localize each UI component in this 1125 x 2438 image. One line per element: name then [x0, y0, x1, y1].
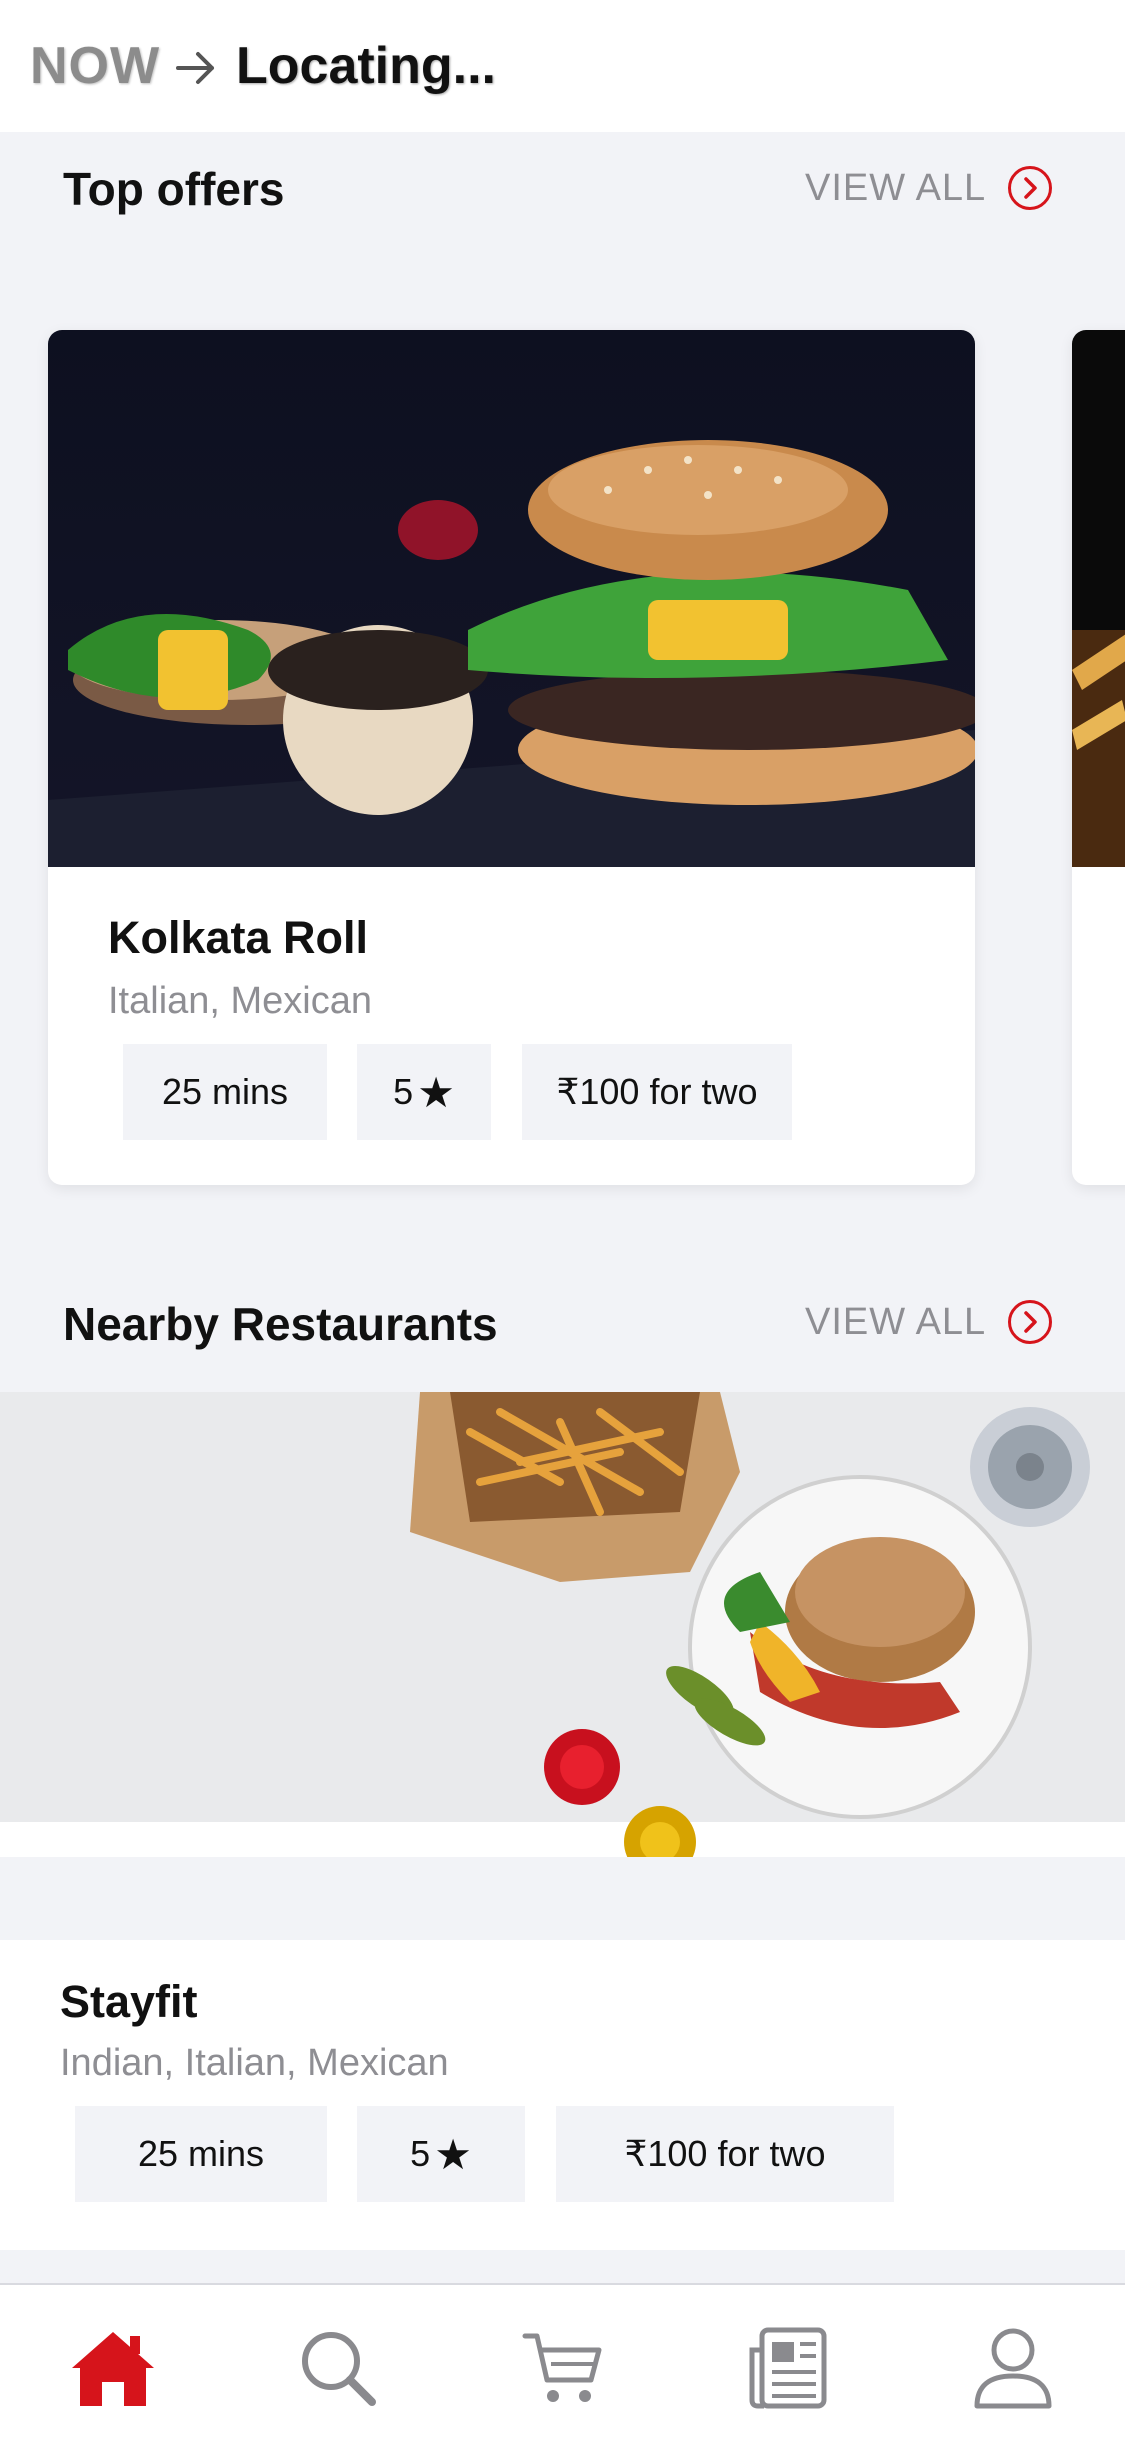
nav-cart-button[interactable] — [518, 2323, 608, 2413]
price-value: ₹100 for two — [624, 2133, 826, 2174]
offer-card-time-chip: 25 mins — [123, 1044, 327, 1140]
bottom-navigation — [0, 2283, 1125, 2438]
restaurant-cuisine: Indian, Italian, Mexican — [60, 2042, 449, 2084]
chevron-circle-right-icon — [1008, 166, 1053, 210]
nearby-view-all-button[interactable]: VIEW ALL — [805, 1300, 1053, 1344]
app-header: NOW Locating... — [0, 0, 1125, 132]
location-label[interactable]: Locating... — [236, 36, 496, 96]
news-icon — [749, 2327, 827, 2409]
offer-card-rating-chip: 5 ★ — [357, 1044, 491, 1140]
nav-profile-button[interactable] — [968, 2323, 1058, 2413]
restaurant-rating-chip: 5 ★ — [357, 2106, 525, 2202]
search-icon — [302, 2332, 376, 2406]
arrow-right-icon — [176, 52, 214, 84]
restaurant-name: Stayfit — [60, 1976, 198, 2027]
nav-news-button[interactable] — [743, 2323, 833, 2413]
home-icon — [72, 2332, 154, 2406]
time-value: 25 mins — [137, 2133, 265, 2174]
rating-value: 5 — [393, 1071, 414, 1112]
star-icon: ★ — [417, 1068, 455, 1116]
burger-fries-photo — [0, 1392, 1125, 1857]
restaurant-card-image[interactable] — [0, 1392, 1125, 1857]
profile-icon — [974, 2328, 1052, 2409]
restaurant-card-info[interactable]: Stayfit Indian, Italian, Mexican 25 mins… — [0, 1940, 1125, 2250]
nav-search-button[interactable] — [293, 2323, 383, 2413]
offer-card-cuisine: Italian, Mexican — [108, 980, 373, 1022]
top-offers-view-all-button[interactable]: VIEW ALL — [805, 166, 1053, 210]
restaurant-time-chip: 25 mins — [75, 2106, 327, 2202]
fries-photo — [1072, 330, 1125, 867]
chevron-circle-right-icon — [1008, 1300, 1053, 1344]
offer-card[interactable]: Kolkata Roll Italian, Mexican 25 mins 5 ★… — [48, 330, 975, 1185]
delivery-mode-label[interactable]: NOW — [30, 36, 160, 96]
nearby-restaurants-title: Nearby Restaurants — [63, 1298, 498, 1350]
view-all-label: VIEW ALL — [805, 166, 987, 209]
nav-home-button[interactable] — [68, 2323, 158, 2413]
rating-value: 5 — [410, 2133, 431, 2174]
time-value: 25 mins — [161, 1071, 289, 1112]
price-value: ₹100 for two — [556, 1071, 758, 1112]
burger-photo — [48, 330, 975, 867]
star-icon: ★ — [434, 2130, 472, 2178]
top-offers-title: Top offers — [63, 163, 285, 215]
offer-card-name: Kolkata Roll — [108, 912, 369, 963]
cart-icon — [522, 2333, 602, 2402]
offer-card-price-chip: ₹100 for two — [522, 1044, 792, 1140]
view-all-label: VIEW ALL — [805, 1300, 987, 1343]
restaurant-price-chip: ₹100 for two — [556, 2106, 894, 2202]
next-offer-card[interactable] — [1072, 330, 1125, 1185]
